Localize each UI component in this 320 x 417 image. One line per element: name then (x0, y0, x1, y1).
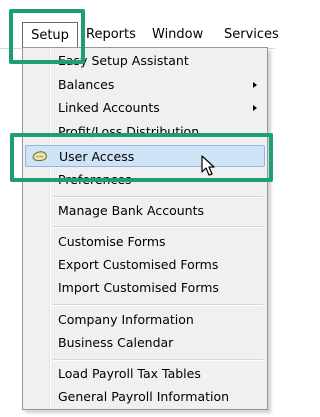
menu-item-user-access[interactable]: User Access (25, 145, 265, 167)
menu-item-business-calendar[interactable]: Business Calendar (25, 332, 265, 354)
menu-item-label: Business Calendar (58, 335, 174, 350)
menu-item-company-information[interactable]: Company Information (25, 309, 265, 331)
menu-item-label: General Payroll Information (58, 389, 230, 404)
menu-bar: Setup Reports Window Services (0, 22, 279, 49)
menu-item-label: Company Information (58, 312, 194, 327)
menu-item-load-payroll-tax-tables[interactable]: Load Payroll Tax Tables (25, 363, 265, 385)
menu-separator (53, 304, 263, 306)
menu-item-import-customised-forms[interactable]: Import Customised Forms (25, 277, 265, 299)
menu-item-customise-forms[interactable]: Customise Forms (25, 231, 265, 253)
menu-item-label: Import Customised Forms (58, 280, 219, 295)
setup-dropdown-menu: Easy Setup Assistant Balances Linked Acc… (22, 47, 268, 410)
submenu-arrow-icon (253, 105, 257, 111)
menu-setup[interactable]: Setup (22, 22, 78, 48)
menu-reports[interactable]: Reports (86, 22, 136, 48)
user-access-icon (32, 151, 47, 162)
menu-services[interactable]: Services (224, 22, 279, 48)
menu-item-preferences[interactable]: Preferences (25, 169, 265, 191)
menu-window[interactable]: Window (152, 22, 203, 48)
menu-item-label: Easy Setup Assistant (58, 53, 189, 68)
menu-item-easy-setup-assistant[interactable]: Easy Setup Assistant (25, 50, 265, 72)
menu-item-label: Linked Accounts (58, 100, 160, 115)
menu-item-label: Profit/Loss Distribution (58, 124, 200, 139)
menu-item-general-payroll-information[interactable]: General Payroll Information (25, 386, 265, 408)
menu-item-manage-bank-accounts[interactable]: Manage Bank Accounts (25, 200, 265, 222)
menu-item-label: Manage Bank Accounts (58, 203, 204, 218)
menu-item-linked-accounts[interactable]: Linked Accounts (25, 97, 265, 119)
menu-separator (53, 226, 263, 228)
menu-item-label: User Access (59, 149, 135, 164)
menu-separator (53, 196, 263, 198)
submenu-arrow-icon (253, 82, 257, 88)
menu-item-label: Export Customised Forms (58, 257, 219, 272)
menu-item-balances[interactable]: Balances (25, 74, 265, 96)
menu-separator (53, 359, 263, 361)
menu-item-export-customised-forms[interactable]: Export Customised Forms (25, 254, 265, 276)
menu-item-label: Customise Forms (58, 234, 166, 249)
menu-item-label: Preferences (58, 172, 132, 187)
menu-item-label: Load Payroll Tax Tables (58, 366, 201, 381)
window-top (0, 0, 275, 22)
menu-item-profit-loss-distribution[interactable]: Profit/Loss Distribution (25, 121, 265, 143)
menu-item-label: Balances (58, 77, 115, 92)
